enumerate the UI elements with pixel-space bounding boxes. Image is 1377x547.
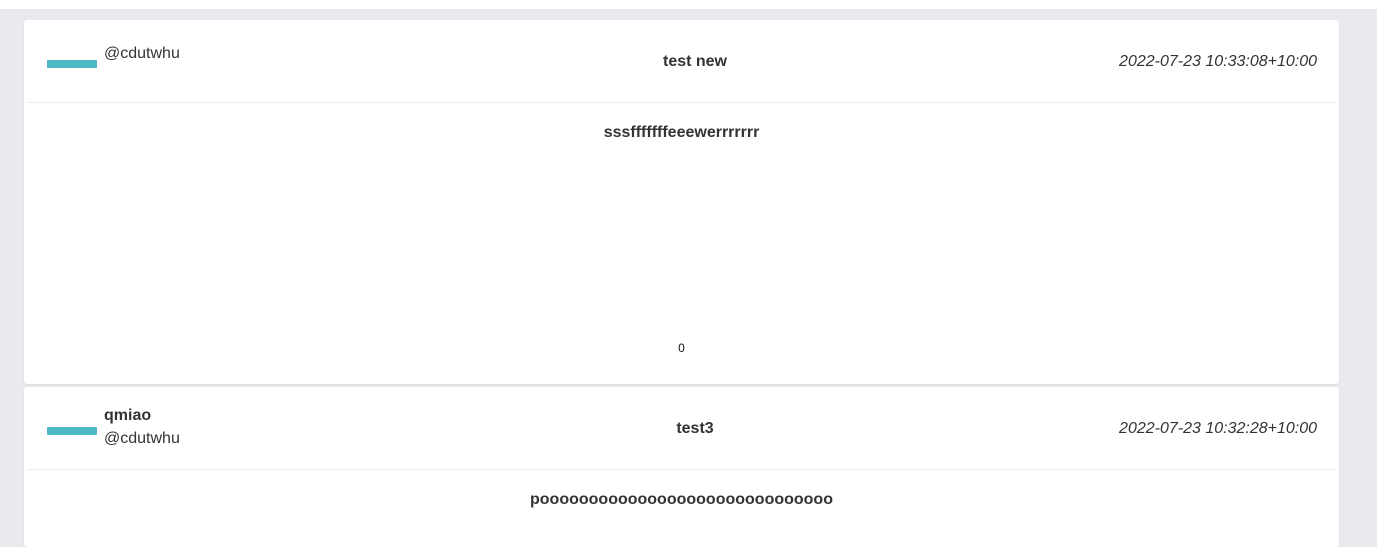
post-header: qmiao @cdutwhu test3 2022-07-23 10:32:28… [27, 387, 1336, 470]
post-content: poooooooooooooooooooooooooooooo [530, 491, 833, 508]
post-count: 0 [678, 341, 685, 355]
post-header: @cdutwhu test new 2022-07-23 10:33:08+10… [27, 20, 1336, 103]
top-strip [0, 0, 1377, 9]
post-content: sssfffffffeeewerrrrrrr [603, 124, 760, 141]
post-card: qmiao @cdutwhu test3 2022-07-23 10:32:28… [24, 387, 1339, 547]
post-body: sssfffffffeeewerrrrrrr 0 [27, 103, 1336, 384]
post-timestamp: 2022-07-23 10:32:28+10:00 [1119, 420, 1317, 437]
post-timestamp: 2022-07-23 10:33:08+10:00 [1119, 53, 1317, 70]
post-card: @cdutwhu test new 2022-07-23 10:33:08+10… [24, 20, 1339, 384]
